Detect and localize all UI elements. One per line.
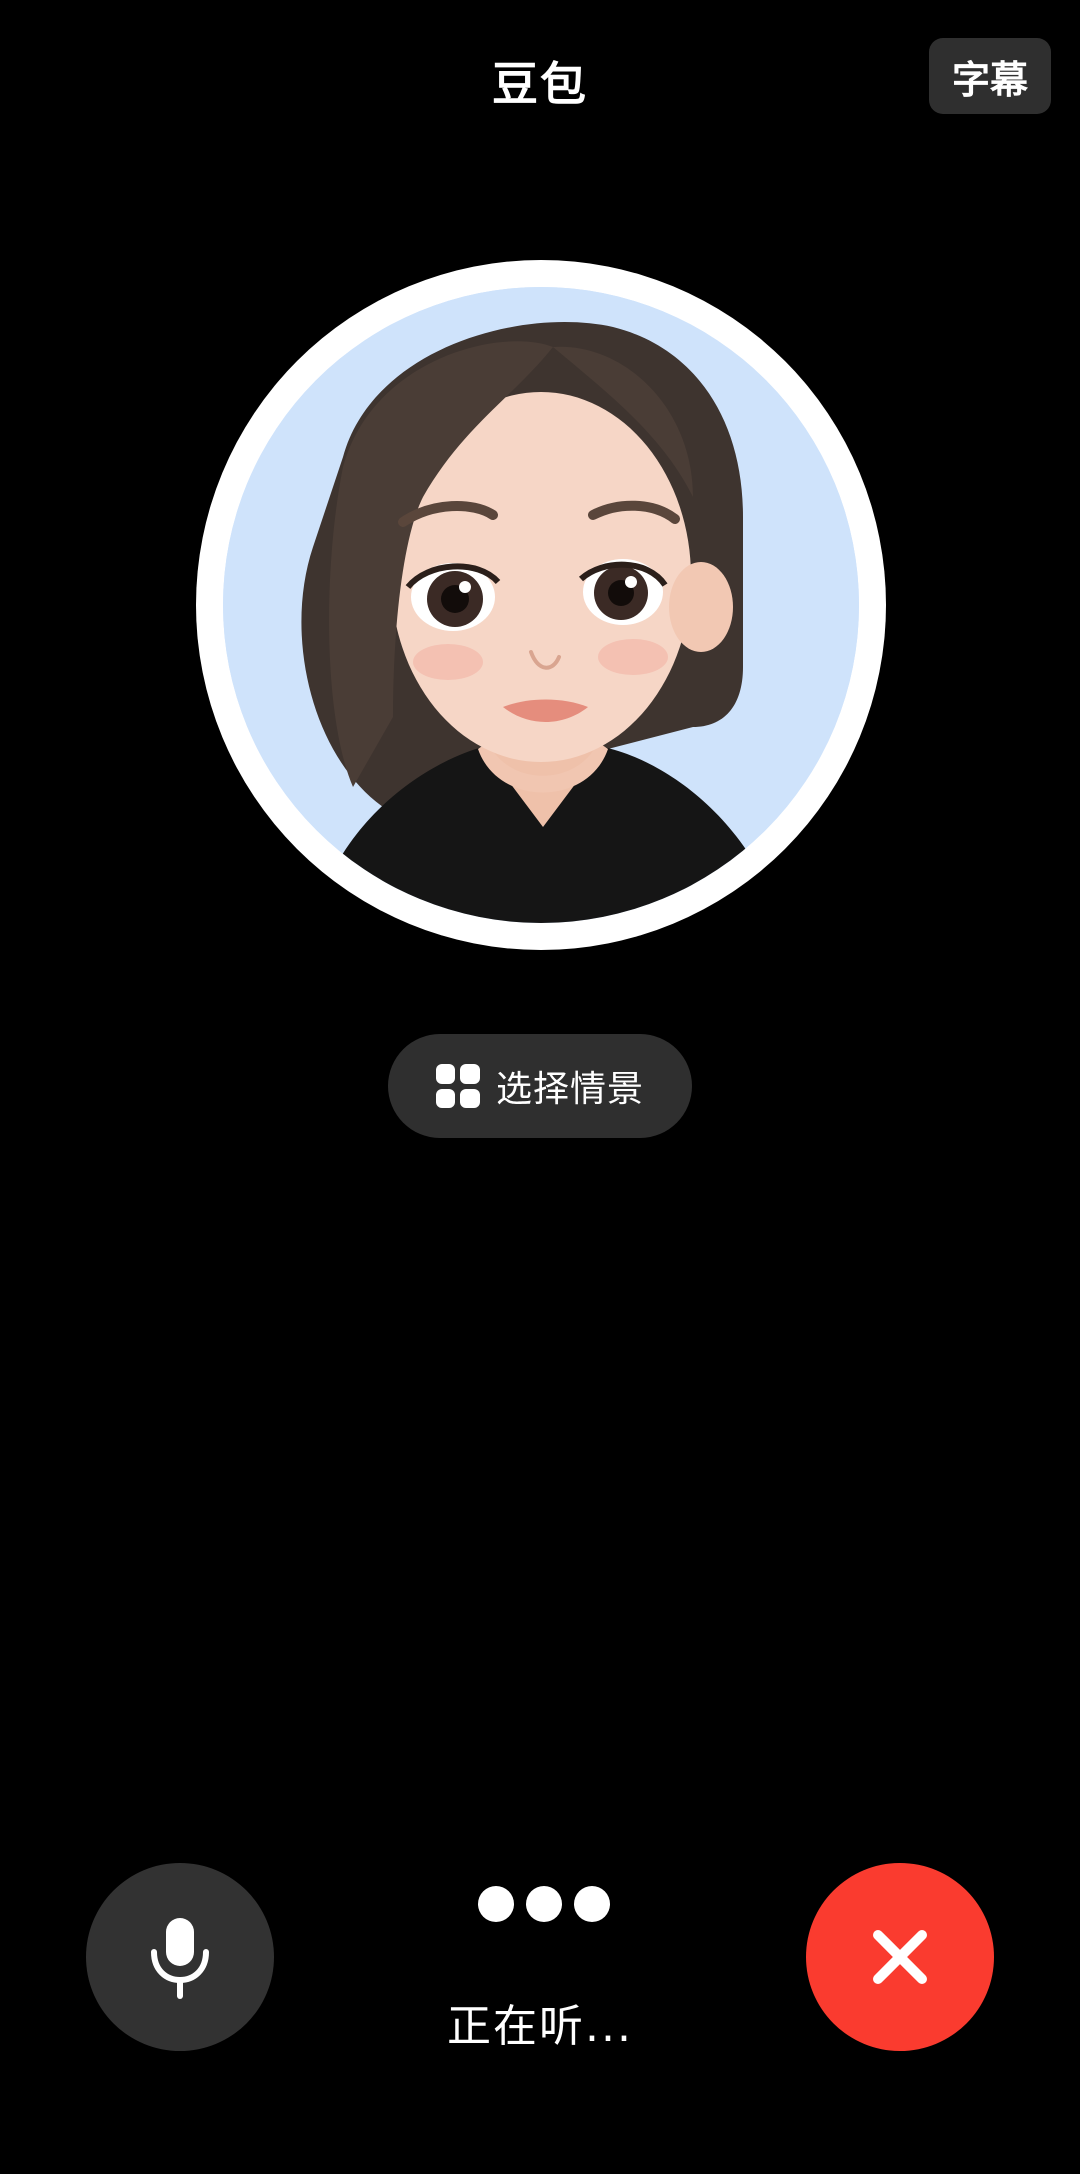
- select-scene-button[interactable]: 选择情景: [388, 1034, 692, 1138]
- call-screen: 豆包 字幕 选择情景 正在听...: [0, 0, 1080, 2174]
- select-scene-label: 选择情景: [495, 1069, 644, 1110]
- microphone-icon: [151, 1918, 209, 1999]
- grid-icon: [435, 1064, 480, 1108]
- listening-indicator: [478, 1886, 610, 1922]
- avatar: [223, 287, 859, 923]
- close-icon: [873, 1930, 927, 1984]
- subtitles-button[interactable]: 字幕: [929, 38, 1051, 114]
- avatar-image: [223, 287, 859, 923]
- avatar-ring: [196, 260, 886, 950]
- page-title: 豆包: [492, 57, 588, 111]
- hangup-button[interactable]: [806, 1863, 994, 2051]
